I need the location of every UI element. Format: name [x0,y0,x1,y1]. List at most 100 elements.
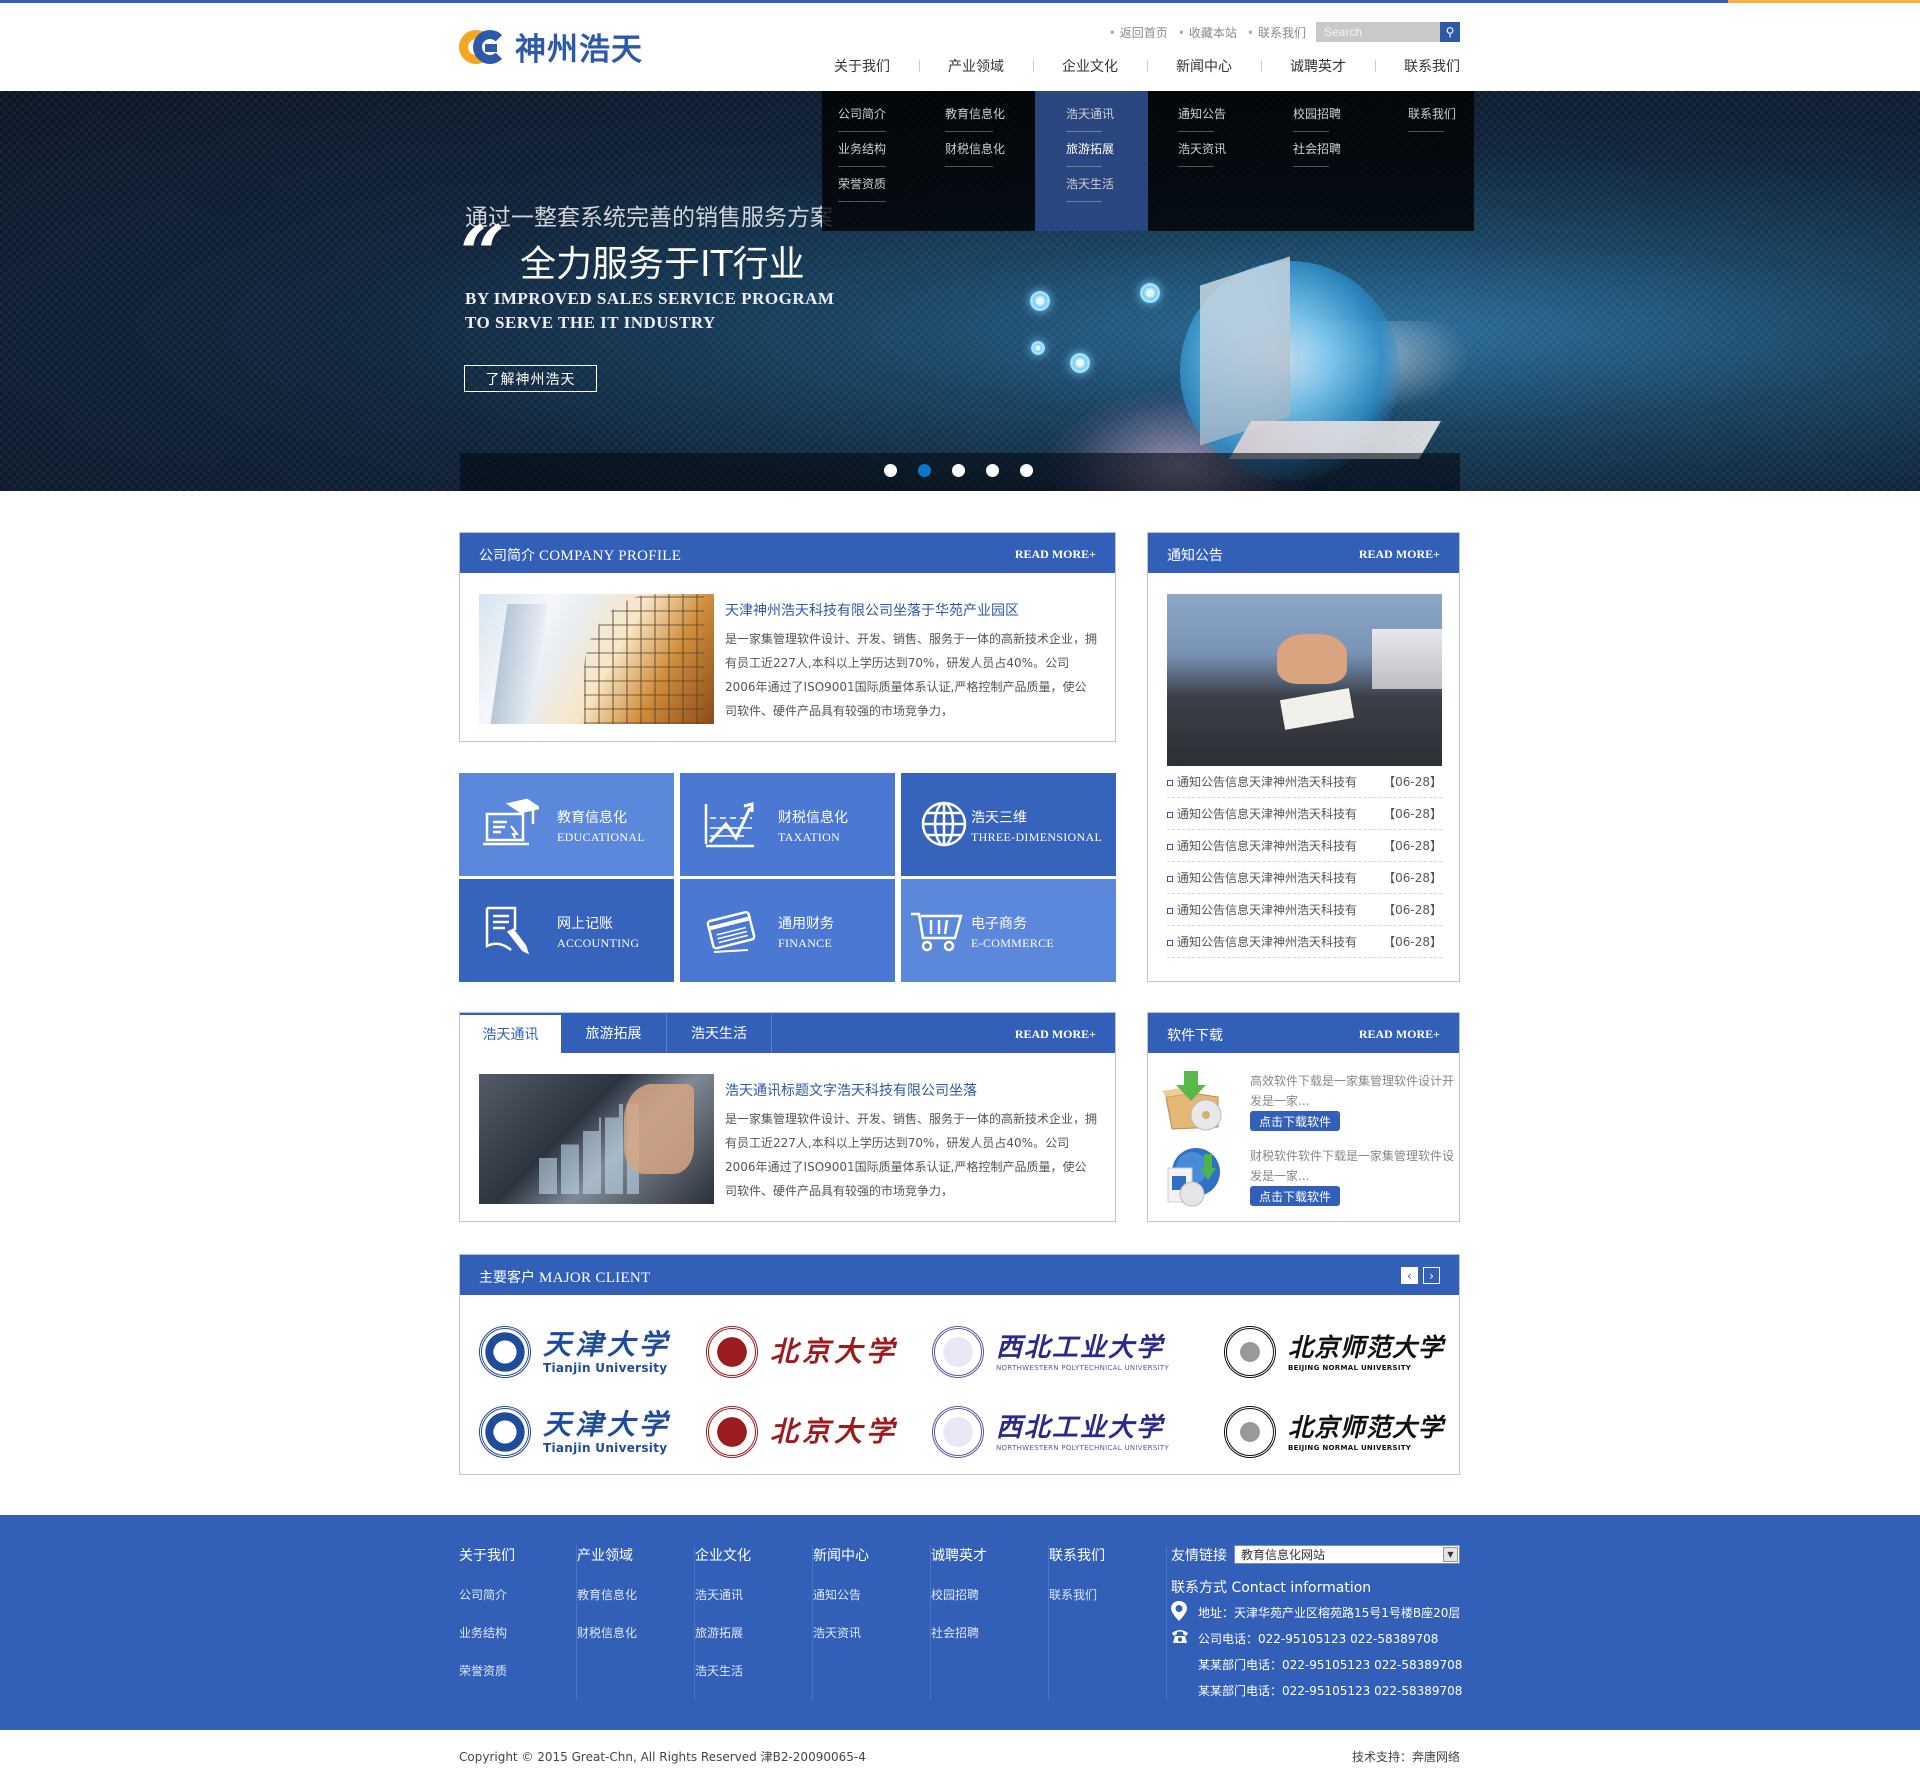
client-logo-tianjin[interactable]: 天津大学 Tianjin University [479,1402,671,1462]
learn-more-button[interactable]: 了解神州浩天 [464,365,597,392]
menu-divider [838,131,886,132]
service-tile-taxation[interactable]: 财税信息化 TAXATION [680,773,895,876]
menu-life[interactable]: 浩天生活 [1066,175,1114,192]
notice-item[interactable]: 通知公告信息天津神州浩天科技有 【06-28】 [1167,830,1442,862]
service-tile-finance[interactable]: 通用财务 FINANCE [680,879,895,982]
read-more-link[interactable]: READ MORE+ [1359,1027,1440,1042]
slider-dot-4[interactable] [986,464,999,477]
notice-item[interactable]: 通知公告信息天津神州浩天科技有 【06-28】 [1167,894,1442,926]
menu-social-recruit[interactable]: 社会招聘 [1293,140,1341,157]
slider-dot-3[interactable] [952,464,965,477]
footer-link[interactable]: 通知公告 [813,1586,930,1603]
next-arrow-icon[interactable]: › [1423,1267,1440,1284]
footer-column-title[interactable]: 诚聘英才 [931,1545,1048,1565]
client-name: 西北工业大学 NORTHWESTERN POLYTECHNICAL UNIVERS… [996,1332,1169,1372]
footer-column-title[interactable]: 新闻中心 [813,1545,930,1565]
nav-about[interactable]: 关于我们 [834,56,890,76]
footer-link[interactable]: 教育信息化 [577,1586,694,1603]
article-headline[interactable]: 天津神州浩天科技有限公司坐落于华苑产业园区 [725,600,1019,620]
read-more-link[interactable]: READ MORE+ [1015,1027,1096,1042]
toplink-contact[interactable]: 联系我们 [1247,24,1306,41]
tech-support[interactable]: 技术支持：奔唐网络 [1352,1748,1460,1765]
service-cn: 浩天三维 [971,810,1027,826]
footer-column-title[interactable]: 联系我们 [1049,1545,1166,1565]
footer-link[interactable]: 旅游拓展 [695,1624,812,1641]
footer-link[interactable]: 荣誉资质 [459,1662,576,1679]
logo-text: 神州浩天 [515,31,643,68]
slider-dot-2-active[interactable] [918,464,931,477]
client-logo-nwpu[interactable]: 西北工业大学 NORTHWESTERN POLYTECHNICAL UNIVERS… [932,1402,1169,1462]
download-button[interactable]: 点击下载软件 [1250,1111,1340,1131]
banner-laptop-screen [1200,256,1290,446]
search-button[interactable]: ⚲ [1440,22,1460,42]
footer-link[interactable]: 浩天生活 [695,1662,812,1679]
menu-haotian-news[interactable]: 浩天通讯 [1066,105,1114,122]
logo[interactable]: 神州浩天 [459,24,643,68]
menu-haotian-info[interactable]: 浩天资讯 [1178,140,1226,157]
notice-item[interactable]: 通知公告信息天津神州浩天科技有 【06-28】 [1167,798,1442,830]
toplink-home[interactable]: 返回首页 [1109,24,1168,41]
search-input[interactable] [1316,22,1440,42]
footer-link[interactable]: 业务结构 [459,1624,576,1641]
nav-news[interactable]: 新闻中心 [1176,56,1232,76]
download-button[interactable]: 点击下载软件 [1250,1186,1340,1206]
service-tile-three-dimensional[interactable]: 浩天三维 THREE-DIMENSIONAL [901,773,1116,876]
tab-life[interactable]: 浩天生活 [667,1013,772,1053]
menu-company-intro[interactable]: 公司简介 [838,105,886,122]
menu-tax-it[interactable]: 财税信息化 [945,140,1005,157]
menu-divider [1293,166,1329,167]
footer-link[interactable]: 浩天资讯 [813,1624,930,1641]
news-tabs-panel: 浩天通讯 旅游拓展 浩天生活 READ MORE+ 浩天通讯标题文字浩天科技有限… [459,1012,1116,1222]
footer-column-title[interactable]: 企业文化 [695,1545,812,1565]
nav-careers[interactable]: 诚聘英才 [1290,56,1346,76]
client-logo-bnu[interactable]: 北京师范大学 BEIJING NORMAL UNIVERSITY [1224,1322,1444,1382]
notice-panel: 通知公告 READ MORE+ 通知公告信息天津神州浩天科技有 【06-28】 通… [1147,532,1460,982]
notice-text: 通知公告信息天津神州浩天科技有 [1177,839,1358,853]
footer-link[interactable]: 校园招聘 [931,1586,1048,1603]
tab-haotian-news[interactable]: 浩天通讯 [460,1013,561,1053]
footer-link[interactable]: 社会招聘 [931,1624,1048,1641]
notice-item[interactable]: 通知公告信息天津神州浩天科技有 【06-28】 [1167,862,1442,894]
footer-link[interactable]: 联系我们 [1049,1586,1166,1603]
menu-campus-recruit[interactable]: 校园招聘 [1293,105,1341,122]
footer-column-title[interactable]: 产业领域 [577,1545,694,1565]
client-logo-nwpu[interactable]: 西北工业大学 NORTHWESTERN POLYTECHNICAL UNIVERS… [932,1322,1169,1382]
client-name-zh: 北京大学 [770,1335,899,1368]
menu-divider [1066,131,1102,132]
menu-business-structure[interactable]: 业务结构 [838,140,886,157]
read-more-link[interactable]: READ MORE+ [1359,547,1440,562]
nav-industry[interactable]: 产业领域 [948,56,1004,76]
notice-item[interactable]: 通知公告信息天津神州浩天科技有 【06-28】 [1167,926,1442,958]
menu-notices[interactable]: 通知公告 [1178,105,1226,122]
slider-dot-1[interactable] [884,464,897,477]
footer-link[interactable]: 财税信息化 [577,1624,694,1641]
menu-divider [1178,131,1214,132]
nav-contact[interactable]: 联系我们 [1404,56,1460,76]
prev-arrow-icon[interactable]: ‹ [1401,1267,1418,1284]
menu-travel[interactable]: 旅游拓展 [1066,140,1114,157]
slider-dot-5[interactable] [1020,464,1033,477]
friend-links-select[interactable]: 教育信息化网站 ▼ [1234,1545,1460,1564]
menu-contact-us[interactable]: 联系我们 [1408,105,1456,122]
service-tile-accounting[interactable]: 网上记账 ACCOUNTING [459,879,674,982]
client-logo-peking[interactable]: 北京大学 [706,1322,898,1382]
client-logo-tianjin[interactable]: 天津大学 Tianjin University [479,1322,671,1382]
service-tile-educational[interactable]: 教育信息化 EDUCATIONAL [459,773,674,876]
menu-honors[interactable]: 荣誉资质 [838,175,886,192]
footer-link[interactable]: 公司简介 [459,1586,576,1603]
footer-link[interactable]: 浩天通讯 [695,1586,812,1603]
download-desc: 高效软件下载是一家集管理软件设计开发是一家... [1250,1074,1455,1108]
service-tile-e-commerce[interactable]: 电子商务 E-COMMERCE [901,879,1116,982]
read-more-link[interactable]: READ MORE+ [1015,547,1096,562]
footer-column-title[interactable]: 关于我们 [459,1545,576,1565]
square-bullet-icon [1167,779,1173,786]
notice-item[interactable]: 通知公告信息天津神州浩天科技有 【06-28】 [1167,766,1442,798]
nav-culture[interactable]: 企业文化 [1062,56,1118,76]
tab-travel[interactable]: 旅游拓展 [561,1013,667,1053]
menu-education-it[interactable]: 教育信息化 [945,105,1005,122]
client-logo-bnu[interactable]: 北京师范大学 BEIJING NORMAL UNIVERSITY [1224,1402,1444,1462]
article-headline[interactable]: 浩天通讯标题文字浩天科技有限公司坐落 [725,1080,977,1100]
toplink-bookmark[interactable]: 收藏本站 [1178,24,1237,41]
client-logo-peking[interactable]: 北京大学 [706,1402,898,1462]
footer: 关于我们 公司简介 业务结构 荣誉资质 产业领域 教育信息化 财税信息化 企业文… [0,1515,1920,1730]
